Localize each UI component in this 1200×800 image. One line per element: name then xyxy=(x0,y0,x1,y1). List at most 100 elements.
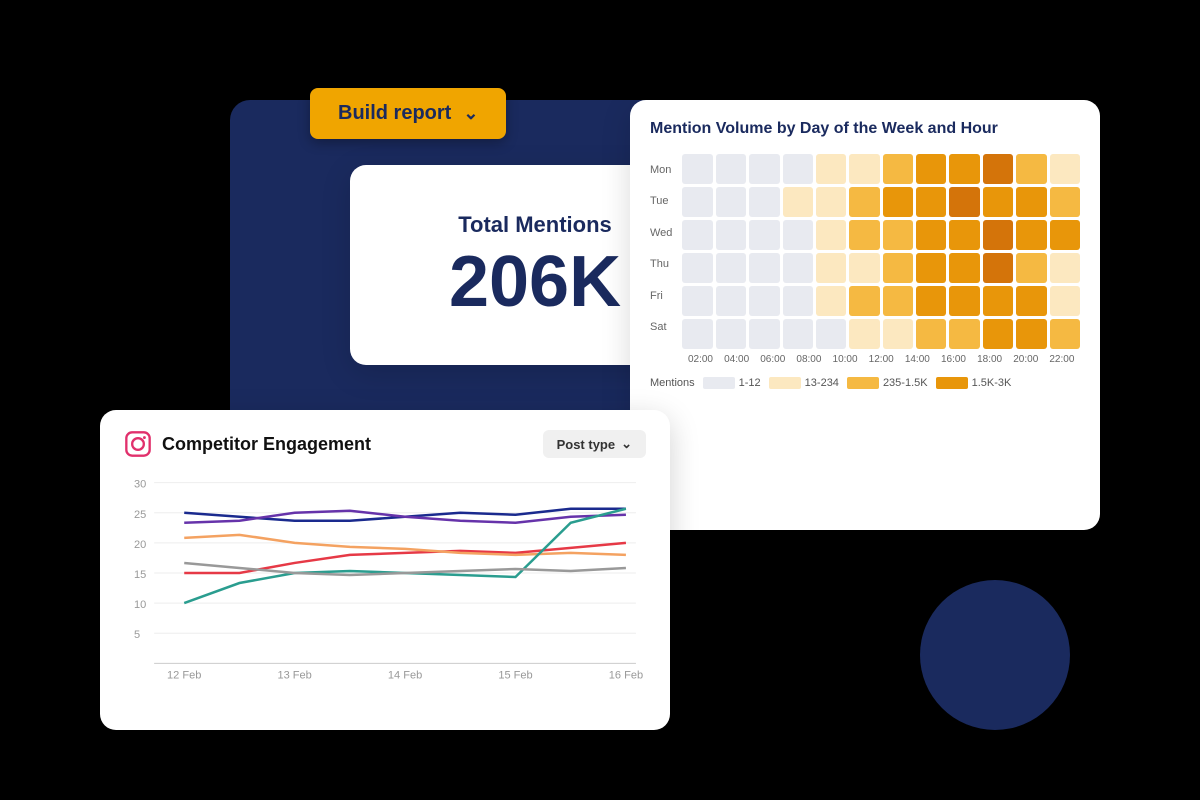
hour-label: 02:00 xyxy=(688,354,713,365)
hour-label: 12:00 xyxy=(869,354,894,365)
heatmap-cell-r1-c0 xyxy=(682,187,712,217)
heatmap-cell-r1-c6 xyxy=(883,187,913,217)
heatmap-cell-r1-c11 xyxy=(1050,187,1080,217)
heatmap-cell-r3-c5 xyxy=(849,253,879,283)
heatmap-cell-r2-c8 xyxy=(949,220,979,250)
hour-label: 06:00 xyxy=(760,354,785,365)
heatmap-cell-r0-c0 xyxy=(682,154,712,184)
heatmap-cell-r0-c7 xyxy=(916,154,946,184)
heatmap-cell-r3-c11 xyxy=(1050,253,1080,283)
day-label-tue: Tue xyxy=(650,186,678,216)
heatmap-cell-r3-c9 xyxy=(983,253,1013,283)
instagram-icon xyxy=(124,430,152,458)
heatmap-cell-r0-c11 xyxy=(1050,154,1080,184)
heatmap-cell-r1-c10 xyxy=(1016,187,1046,217)
heatmap-cell-r5-c3 xyxy=(783,319,813,349)
heatmap-cell-r4-c1 xyxy=(716,286,746,316)
legend-item-3: 235-1.5K xyxy=(847,377,928,389)
hour-label: 10:00 xyxy=(833,354,858,365)
legend-range-2: 13-234 xyxy=(805,377,839,389)
heatmap-cell-r0-c2 xyxy=(749,154,779,184)
heatmap-y-labels: Mon Tue Wed Thu Fri Sat xyxy=(650,154,678,365)
heatmap-grid xyxy=(682,154,1080,349)
heatmap-cell-r0-c1 xyxy=(716,154,746,184)
heatmap-cell-r2-c5 xyxy=(849,220,879,250)
heatmap-cell-r0-c5 xyxy=(849,154,879,184)
legend-range-3: 235-1.5K xyxy=(883,377,928,389)
heatmap-cell-r2-c9 xyxy=(983,220,1013,250)
legend-range-4: 1.5K-3K xyxy=(972,377,1012,389)
heatmap-cell-r1-c3 xyxy=(783,187,813,217)
heatmap-cell-r2-c4 xyxy=(816,220,846,250)
build-report-button[interactable]: Build report ⌄ xyxy=(310,88,506,139)
heatmap-cell-r4-c7 xyxy=(916,286,946,316)
heatmap-container: Mon Tue Wed Thu Fri Sat 02:00 04:00 06:0… xyxy=(650,154,1080,365)
day-label-wed: Wed xyxy=(650,218,678,248)
heatmap-cell-r0-c6 xyxy=(883,154,913,184)
svg-text:16 Feb: 16 Feb xyxy=(609,669,643,681)
heatmap-cell-r4-c6 xyxy=(883,286,913,316)
hour-label: 14:00 xyxy=(905,354,930,365)
heatmap-cell-r3-c4 xyxy=(816,253,846,283)
hour-label: 18:00 xyxy=(977,354,1002,365)
svg-text:13 Feb: 13 Feb xyxy=(277,669,311,681)
heatmap-cell-r5-c11 xyxy=(1050,319,1080,349)
heatmap-cell-r2-c1 xyxy=(716,220,746,250)
heatmap-cell-r0-c9 xyxy=(983,154,1013,184)
line-chart-svg: 30 25 20 15 10 5 12 Feb 13 Feb 14 Feb 15… xyxy=(124,468,646,688)
heatmap-legend: Mentions 1-12 13-234 235-1.5K 1.5K-3K xyxy=(650,377,1080,389)
competitor-engagement-card: Competitor Engagement Post type ⌄ 30 25 … xyxy=(100,410,670,730)
legend-mentions-label: Mentions xyxy=(650,377,695,389)
heatmap-cell-r4-c8 xyxy=(949,286,979,316)
engagement-title-area: Competitor Engagement xyxy=(124,430,371,458)
dark-circle-decoration xyxy=(920,580,1070,730)
legend-swatch-high xyxy=(936,377,968,389)
svg-text:14 Feb: 14 Feb xyxy=(388,669,422,681)
post-type-label: Post type xyxy=(557,437,616,452)
svg-text:12 Feb: 12 Feb xyxy=(167,669,201,681)
hour-label: 22:00 xyxy=(1049,354,1074,365)
engagement-title: Competitor Engagement xyxy=(162,434,371,455)
heatmap-cell-r2-c2 xyxy=(749,220,779,250)
heatmap-cell-r2-c7 xyxy=(916,220,946,250)
heatmap-cell-r2-c3 xyxy=(783,220,813,250)
post-type-button[interactable]: Post type ⌄ xyxy=(543,430,646,458)
heatmap-cell-r2-c10 xyxy=(1016,220,1046,250)
build-report-label: Build report xyxy=(338,102,451,125)
svg-text:30: 30 xyxy=(134,479,146,491)
legend-item-4: 1.5K-3K xyxy=(936,377,1012,389)
heatmap-cell-r5-c5 xyxy=(849,319,879,349)
heatmap-cell-r3-c7 xyxy=(916,253,946,283)
heatmap-cell-r5-c0 xyxy=(682,319,712,349)
heatmap-cell-r3-c10 xyxy=(1016,253,1046,283)
heatmap-title: Mention Volume by Day of the Week and Ho… xyxy=(650,120,1080,138)
heatmap-cell-r1-c4 xyxy=(816,187,846,217)
heatmap-cell-r0-c10 xyxy=(1016,154,1046,184)
hour-label: 20:00 xyxy=(1013,354,1038,365)
legend-range-1: 1-12 xyxy=(739,377,761,389)
heatmap-cell-r4-c2 xyxy=(749,286,779,316)
heatmap-cell-r5-c2 xyxy=(749,319,779,349)
line-chart: 30 25 20 15 10 5 12 Feb 13 Feb 14 Feb 15… xyxy=(124,468,646,688)
day-label-fri: Fri xyxy=(650,281,678,311)
heatmap-cell-r1-c2 xyxy=(749,187,779,217)
total-mentions-value: 206K xyxy=(449,246,621,318)
heatmap-cell-r5-c1 xyxy=(716,319,746,349)
total-mentions-label: Total Mentions xyxy=(458,212,612,238)
chevron-down-icon: ⌄ xyxy=(463,103,478,124)
heatmap-cell-r4-c11 xyxy=(1050,286,1080,316)
heatmap-cell-r1-c1 xyxy=(716,187,746,217)
heatmap-cell-r1-c5 xyxy=(849,187,879,217)
day-label-thu: Thu xyxy=(650,249,678,279)
heatmap-cell-r4-c10 xyxy=(1016,286,1046,316)
heatmap-cell-r5-c6 xyxy=(883,319,913,349)
heatmap-cell-r3-c3 xyxy=(783,253,813,283)
svg-text:5: 5 xyxy=(134,629,140,641)
svg-text:15: 15 xyxy=(134,569,146,581)
heatmap-cell-r5-c9 xyxy=(983,319,1013,349)
legend-swatch-low xyxy=(769,377,801,389)
hour-label: 08:00 xyxy=(796,354,821,365)
svg-text:25: 25 xyxy=(134,509,146,521)
day-label-sat: Sat xyxy=(650,312,678,342)
hour-label: 04:00 xyxy=(724,354,749,365)
